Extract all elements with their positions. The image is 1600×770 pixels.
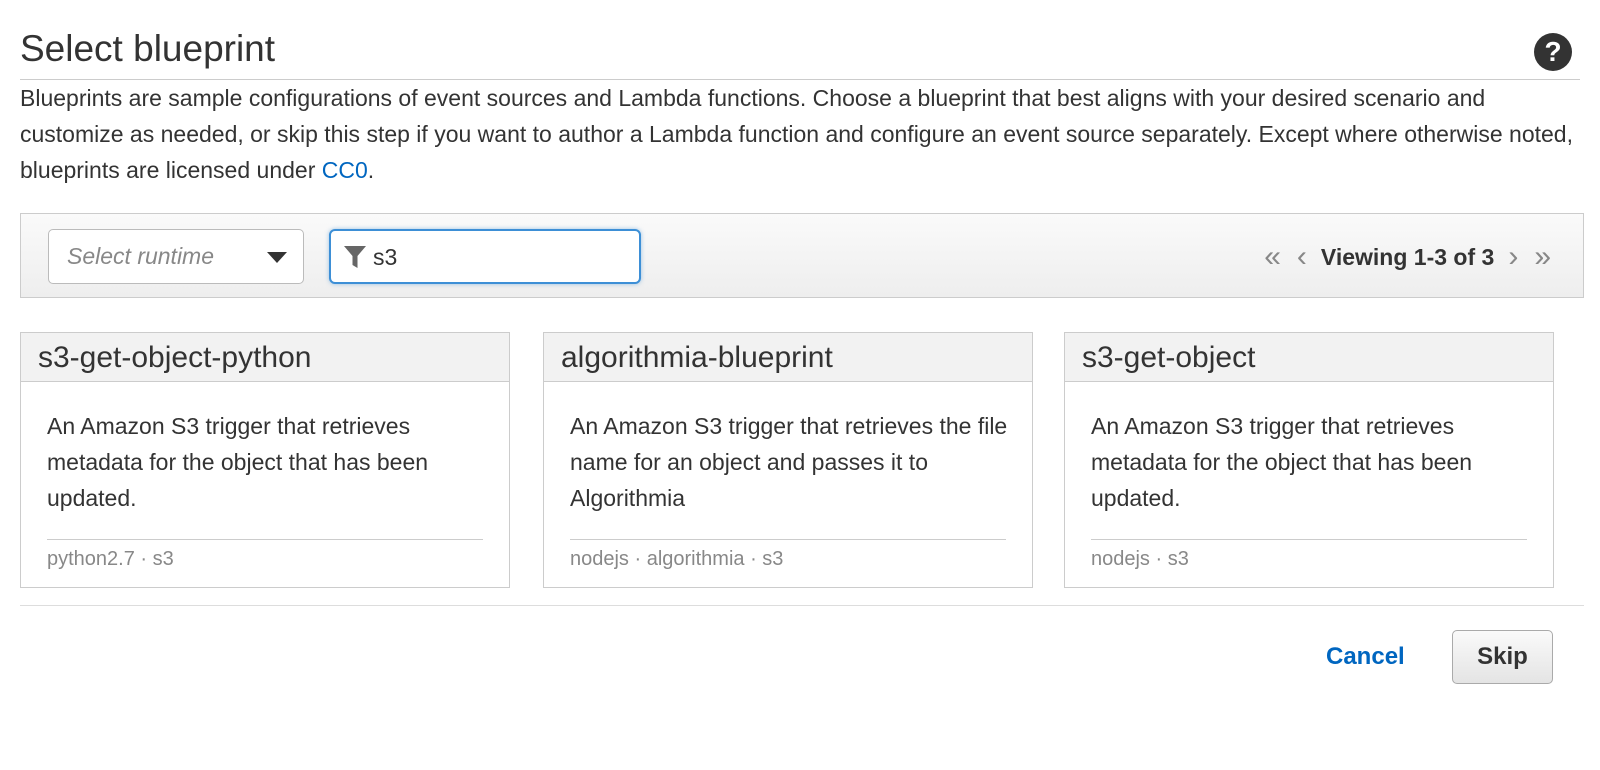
card-description: An Amazon S3 trigger that retrieves the … [570, 413, 1008, 511]
pagination-label: Viewing 1-3 of 3 [1320, 243, 1495, 270]
filter-input[interactable] [373, 239, 631, 275]
page-title: Select blueprint [20, 28, 276, 69]
blueprint-card-s3-get-object[interactable]: s3-get-object An Amazon S3 trigger that … [1064, 332, 1554, 588]
filter-toolbar: Select runtime « ‹ Viewing 1-3 of 3 › » [20, 213, 1584, 298]
card-tags: nodejs · algorithmia · s3 [570, 548, 784, 570]
description-text: Blueprints are sample configurations of … [20, 85, 1573, 183]
card-divider [47, 539, 483, 540]
card-title: s3-get-object-python [38, 341, 312, 374]
first-page-icon[interactable]: « [1264, 242, 1281, 272]
last-page-icon[interactable]: » [1534, 242, 1551, 272]
question-circle-icon[interactable]: ? [1534, 33, 1572, 71]
card-tags: nodejs · s3 [1091, 548, 1189, 570]
filter-box[interactable] [329, 229, 641, 284]
card-divider [570, 539, 1006, 540]
card-divider [1091, 539, 1527, 540]
runtime-select-placeholder: Select runtime [67, 243, 215, 269]
runtime-select[interactable]: Select runtime [48, 229, 304, 284]
card-header: s3-get-object-python [21, 333, 509, 382]
cc0-license-link[interactable]: CC0 [322, 157, 368, 183]
cancel-link[interactable]: Cancel [1326, 643, 1405, 671]
next-page-icon[interactable]: › [1508, 242, 1518, 272]
previous-page-icon[interactable]: ‹ [1297, 242, 1307, 272]
card-description: An Amazon S3 trigger that retrieves meta… [1091, 413, 1473, 511]
select-blueprint-page: Select blueprint ? Blueprints are sample… [0, 0, 1600, 770]
pagination: « ‹ Viewing 1-3 of 3 › » [1256, 238, 1559, 276]
card-title: algorithmia-blueprint [561, 341, 833, 374]
card-header: algorithmia-blueprint [544, 333, 1032, 382]
page-header: Select blueprint ? [20, 22, 1580, 80]
card-description: An Amazon S3 trigger that retrieves meta… [47, 413, 429, 511]
card-title: s3-get-object [1082, 341, 1256, 374]
skip-button[interactable]: Skip [1452, 630, 1553, 684]
page-description: Blueprints are sample configurations of … [20, 80, 1580, 188]
blueprint-cards: s3-get-object-python An Amazon S3 trigge… [20, 332, 1584, 588]
filter-icon [344, 246, 366, 268]
blueprint-card-s3-get-object-python[interactable]: s3-get-object-python An Amazon S3 trigge… [20, 332, 510, 588]
card-tags: python2.7 · s3 [47, 548, 174, 570]
footer-divider [20, 605, 1584, 606]
card-header: s3-get-object [1065, 333, 1553, 382]
caret-down-icon [267, 252, 287, 263]
blueprint-card-algorithmia-blueprint[interactable]: algorithmia-blueprint An Amazon S3 trigg… [543, 332, 1033, 588]
description-suffix: . [367, 157, 375, 183]
